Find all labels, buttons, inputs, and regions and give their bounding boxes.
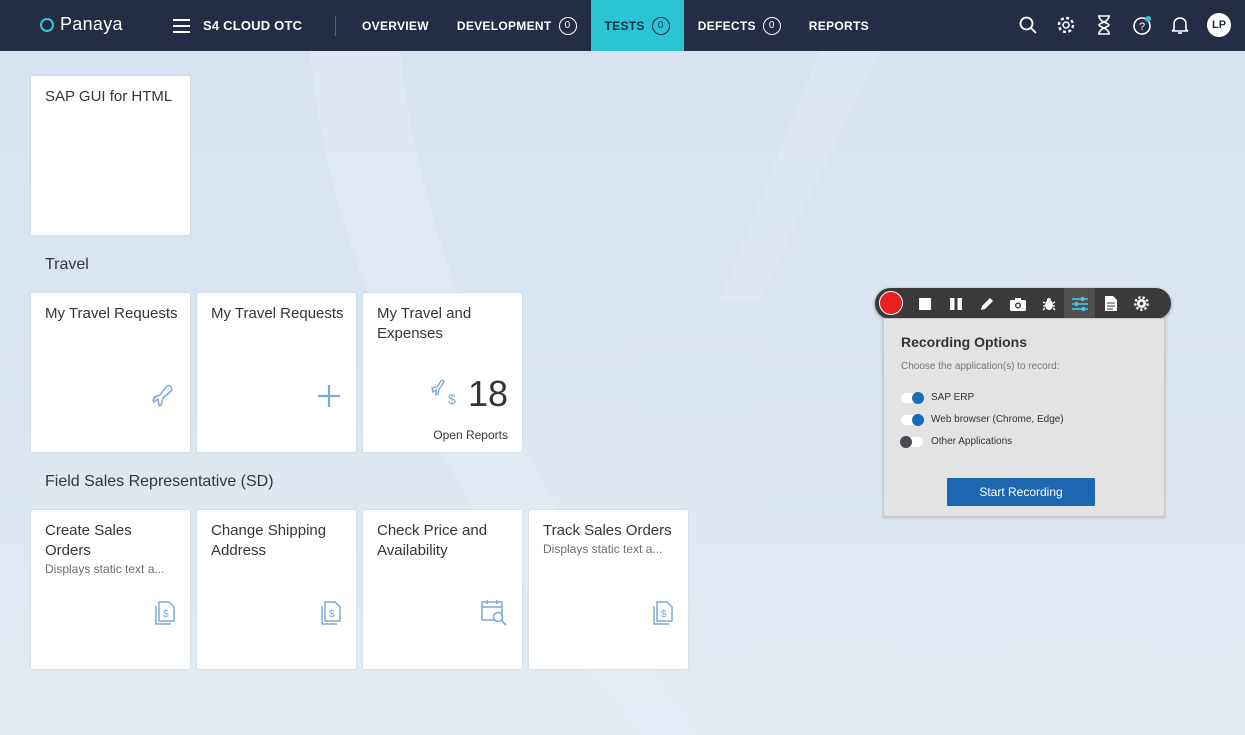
record-button[interactable]: [879, 291, 903, 315]
logo-ring-icon: [40, 17, 54, 32]
tile-track-sales-orders[interactable]: Track Sales Orders Displays static text …: [529, 510, 688, 669]
recorder-toolbar: [875, 288, 1171, 319]
hamburger-menu-icon[interactable]: [173, 19, 190, 33]
tab-reports[interactable]: REPORTS: [795, 0, 883, 51]
tile-create-travel-request[interactable]: My Travel Requests: [197, 293, 356, 452]
tab-defects[interactable]: DEFECTS 0: [684, 0, 795, 51]
document-dollar-icon: $: [320, 600, 342, 631]
document-dollar-icon: $: [652, 600, 674, 631]
development-count-badge: 0: [558, 16, 577, 35]
avatar[interactable]: LP: [1207, 13, 1231, 37]
defects-count-badge: 0: [762, 16, 781, 35]
tile-subtitle: Displays static text a...: [543, 542, 663, 556]
airplane-icon: [150, 383, 176, 414]
logo-text: Panaya: [60, 14, 123, 34]
panel-title: Recording Options: [901, 334, 1027, 350]
camera-icon[interactable]: [1002, 288, 1033, 319]
header-actions: ? LP: [1017, 13, 1231, 37]
travel-expense-icon: $: [430, 378, 460, 411]
svg-text:?: ?: [1139, 21, 1145, 33]
settings-sliders-icon[interactable]: [1064, 288, 1095, 319]
option-label: Other Applications: [931, 436, 1013, 447]
cog-icon[interactable]: [1126, 288, 1157, 319]
recorder-tools: [909, 288, 1157, 319]
tile-title: SAP GUI for HTML: [45, 88, 173, 105]
tile-my-travel-requests[interactable]: My Travel Requests: [31, 293, 190, 452]
tile-title: My Travel Requests: [211, 305, 344, 322]
group-title-field-sales: Field Sales Representative (SD): [45, 473, 274, 490]
svg-text:$: $: [448, 391, 456, 406]
option-label: SAP ERP: [931, 392, 975, 403]
tile-title: My Travel and Expenses: [377, 305, 472, 342]
kpi-label: Open Reports: [433, 428, 508, 442]
stop-icon[interactable]: [909, 288, 940, 319]
pen-icon[interactable]: [971, 288, 1002, 319]
tile-subtitle: Displays static text a...: [45, 562, 165, 576]
bell-icon[interactable]: [1169, 14, 1191, 36]
option-web-browser[interactable]: Web browser (Chrome, Edge): [901, 413, 1064, 426]
tile-title: Change Shipping Address: [211, 522, 327, 559]
other-applications-toggle[interactable]: [900, 435, 923, 448]
tab-development-label: DEVELOPMENT: [456, 18, 552, 33]
top-navigation-bar: Panaya S4 CLOUD OTC OVERVIEW DEVELOPMENT…: [0, 0, 1245, 51]
svg-text:$: $: [163, 609, 169, 620]
help-icon[interactable]: ?: [1131, 14, 1153, 36]
sap-erp-toggle[interactable]: [901, 391, 924, 404]
svg-text:$: $: [329, 609, 335, 620]
group-title-travel: Travel: [45, 256, 89, 273]
tile-check-price-availability[interactable]: Check Price and Availability: [363, 510, 522, 669]
tile-title: Track Sales Orders: [543, 522, 672, 539]
web-browser-toggle[interactable]: [901, 413, 924, 426]
option-other-applications[interactable]: Other Applications: [900, 435, 1013, 448]
tab-defects-label: DEFECTS: [697, 18, 756, 33]
tile-sap-gui[interactable]: SAP GUI for HTML: [31, 76, 190, 235]
panaya-logo[interactable]: Panaya: [40, 14, 123, 35]
project-name[interactable]: S4 CLOUD OTC: [203, 18, 302, 33]
pause-icon[interactable]: [940, 288, 971, 319]
option-sap-erp[interactable]: SAP ERP: [901, 391, 975, 404]
tab-overview[interactable]: OVERVIEW: [348, 0, 443, 51]
tests-count-badge: 0: [651, 16, 670, 35]
tile-create-sales-orders[interactable]: Create Sales Orders Displays static text…: [31, 510, 190, 669]
open-reports-count: 18: [467, 373, 508, 414]
tile-travel-and-expenses[interactable]: My Travel and Expenses $ 18 Open Reports: [363, 293, 522, 452]
tile-title: Create Sales Orders: [45, 522, 132, 559]
tile-title: My Travel Requests: [45, 305, 178, 322]
document-dollar-icon: $: [154, 600, 176, 631]
tab-reports-label: REPORTS: [808, 18, 869, 33]
tab-tests[interactable]: TESTS 0: [590, 0, 684, 51]
calendar-search-icon: [480, 598, 508, 631]
tab-development[interactable]: DEVELOPMENT 0: [443, 0, 591, 51]
plus-icon: [316, 383, 342, 414]
main-nav: OVERVIEW DEVELOPMENT 0 TESTS 0 DEFECTS 0 RE…: [348, 0, 883, 51]
kpi-container: $ 18: [430, 373, 508, 415]
tab-tests-label: TESTS: [604, 18, 645, 33]
svg-text:$: $: [661, 609, 667, 620]
option-label: Web browser (Chrome, Edge): [931, 414, 1064, 425]
document-icon[interactable]: [1095, 288, 1126, 319]
hourglass-icon[interactable]: [1093, 14, 1115, 36]
gear-icon[interactable]: [1055, 14, 1077, 36]
tab-overview-label: OVERVIEW: [362, 18, 429, 33]
bug-icon[interactable]: [1033, 288, 1064, 319]
panel-subtitle: Choose the application(s) to record:: [901, 361, 1060, 372]
tile-title: Check Price and Availability: [377, 522, 488, 559]
recording-options-panel: Recording Options Choose the application…: [883, 318, 1165, 517]
tile-change-shipping-address[interactable]: Change Shipping Address $: [197, 510, 356, 669]
header-divider: [335, 16, 336, 36]
search-icon[interactable]: [1017, 14, 1039, 36]
start-recording-button[interactable]: Start Recording: [947, 478, 1095, 506]
